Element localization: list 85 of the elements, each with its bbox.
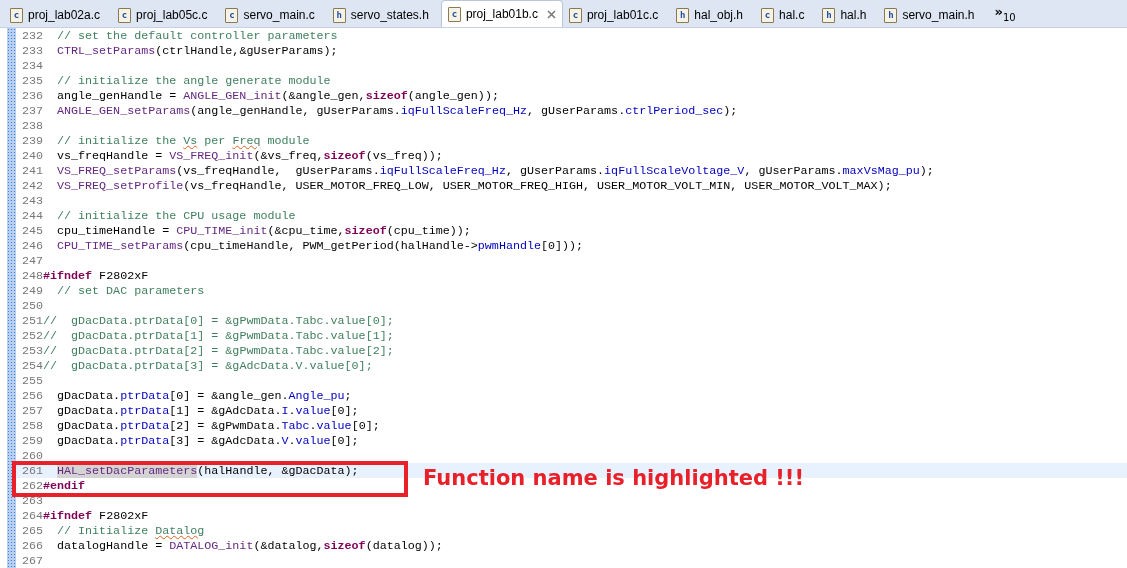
editor-tab[interactable]: c proj_lab01c.c (562, 3, 671, 27)
line-number: 267 (20, 554, 43, 568)
line-number: 244 (20, 208, 43, 223)
code-line: VS_FREQ_setParams(vs_freqHandle, gUserParams.iqFullScaleFreq_Hz, gUserParams.iqFullScaleVoltage_V, gUserParams.maxVsMag_pu); (56, 163, 934, 178)
line-number: 261 (20, 463, 43, 478)
line-number: 254 (20, 358, 43, 373)
editor-tab[interactable]: c proj_lab02a.c (4, 3, 113, 27)
line-number: 264 (20, 509, 43, 523)
code-line: // gDacData.ptrData[3] = &gAdcData.V.value[0]; (43, 358, 373, 373)
code-line: #ifndef F2802xF (43, 268, 149, 283)
code-line: cpu_timeHandle = CPU_TIME_init(&cpu_time,sizeof(cpu_time)); (56, 223, 471, 238)
editor-tab[interactable]: c hal.c (755, 3, 817, 27)
editor-tab[interactable]: h servo_main.h (878, 3, 987, 27)
code-line: // Initialize Datalog (56, 524, 205, 538)
line-number: 250 (20, 298, 43, 313)
line-number: 234 (20, 58, 43, 73)
code-line: angle_genHandle = ANGLE_GEN_init(&angle_gen,sizeof(angle_gen)); (56, 88, 499, 103)
code-line: gDacData.ptrData[1] = &gAdcData.I.value[0]; (56, 403, 359, 418)
line-number: 257 (20, 403, 43, 418)
line-number: 240 (20, 148, 43, 163)
line-number: 266 (20, 539, 43, 554)
line-number: 243 (20, 193, 43, 208)
line-number: 252 (20, 328, 43, 343)
line-number: 259 (20, 433, 43, 448)
editor-tab[interactable]: h hal_obj.h (670, 3, 756, 27)
line-number: 235 (20, 73, 43, 88)
code-line: CPU_TIME_setParams(cpu_timeHandle, PWM_getPeriod(halHandle->pwmHandle[0])); (56, 238, 584, 253)
line-number: 263 (20, 494, 43, 508)
line-number: 248 (20, 268, 43, 283)
line-number: 241 (20, 163, 43, 178)
code-line: CTRL_setParams(ctrlHandle,&gUserParams); (56, 43, 338, 58)
editor-tab[interactable]: c proj_lab05c.c (112, 3, 220, 27)
file-icon: h (332, 7, 346, 23)
line-number: 260 (20, 448, 43, 463)
line-number: 258 (20, 418, 43, 433)
editor-tab[interactable]: h servo_states.h (326, 3, 441, 27)
code-line: datalogHandle = DATALOG_init(&datalog,sizeof(datalog)); (56, 539, 443, 554)
annotation-text: Function name is highlighted !!! (423, 465, 804, 493)
editor-tab[interactable]: c proj_lab01b.c (440, 0, 563, 27)
close-icon[interactable] (546, 9, 556, 19)
editor-tab[interactable]: h hal.h (816, 3, 879, 27)
file-icon: c (447, 6, 461, 22)
line-number: 237 (20, 103, 43, 118)
line-number: 265 (20, 524, 43, 538)
line-number: 239 (20, 133, 43, 148)
code-line: VS_FREQ_setProfile(vs_freqHandle, USER_MOTOR_FREQ_LOW, USER_MOTOR_FREQ_HIGH, USER_MOTOR_VOLT_MIN, USER_MOTOR_VOLT_MAX); (56, 178, 892, 193)
file-icon: h (822, 7, 836, 23)
line-number: 238 (20, 118, 43, 133)
line-number: 256 (20, 388, 43, 403)
code-line: // set the default controller parameters (56, 28, 338, 43)
file-icon: c (10, 7, 23, 23)
line-number: 247 (20, 253, 43, 268)
code-line: // initialize the angle generate module (56, 73, 331, 88)
line-number: 253 (20, 343, 43, 358)
code-line: gDacData.ptrData[0] = &angle_gen.Angle_pu; (56, 388, 352, 403)
code-line: // initialize the CPU usage module (56, 208, 296, 223)
file-icon: h (884, 7, 898, 23)
line-number: 242 (20, 178, 43, 193)
line-number: 262 (20, 478, 43, 493)
code-line: HAL_setDacParameters(halHandle, &gDacData); (56, 463, 359, 478)
line-number: 246 (20, 238, 43, 253)
code-line: // gDacData.ptrData[0] = &gPwmData.Tabc.value[0]; (43, 313, 394, 328)
code-line: #endif (43, 478, 86, 493)
line-number: 245 (20, 223, 43, 238)
code-line: vs_freqHandle = VS_FREQ_init(&vs_freq,sizeof(vs_freq)); (56, 148, 443, 163)
code-line: gDacData.ptrData[2] = &gPwmData.Tabc.value[0]; (56, 418, 380, 433)
line-number: 233 (20, 43, 43, 58)
file-icon: c (225, 7, 239, 23)
line-number: 249 (20, 283, 43, 298)
file-icon: h (676, 7, 690, 23)
line-number: 232 (20, 28, 43, 43)
file-icon: c (568, 7, 582, 23)
line-number: 236 (20, 88, 43, 103)
code-line: // set DAC parameters (56, 283, 205, 298)
line-number: 251 (20, 313, 43, 328)
editor-tab[interactable]: c servo_main.c (219, 3, 327, 27)
code-line: gDacData.ptrData[3] = &gAdcData.V.value[0]; (56, 433, 359, 448)
code-line: // initialize the Vs per Freq module (56, 133, 310, 148)
code-line: // gDacData.ptrData[1] = &gPwmData.Tabc.value[1]; (43, 328, 394, 343)
code-line: ANGLE_GEN_setParams(angle_genHandle, gUserParams.iqFullScaleFreq_Hz, gUserParams.ctrlPeriod_sec); (56, 103, 738, 118)
file-icon: c (761, 7, 775, 23)
file-icon: c (118, 7, 132, 23)
code-line: #ifndef F2802xF (43, 509, 149, 523)
code-line: // gDacData.ptrData[2] = &gPwmData.Tabc.value[2]; (43, 343, 394, 358)
line-number: 255 (20, 373, 43, 388)
